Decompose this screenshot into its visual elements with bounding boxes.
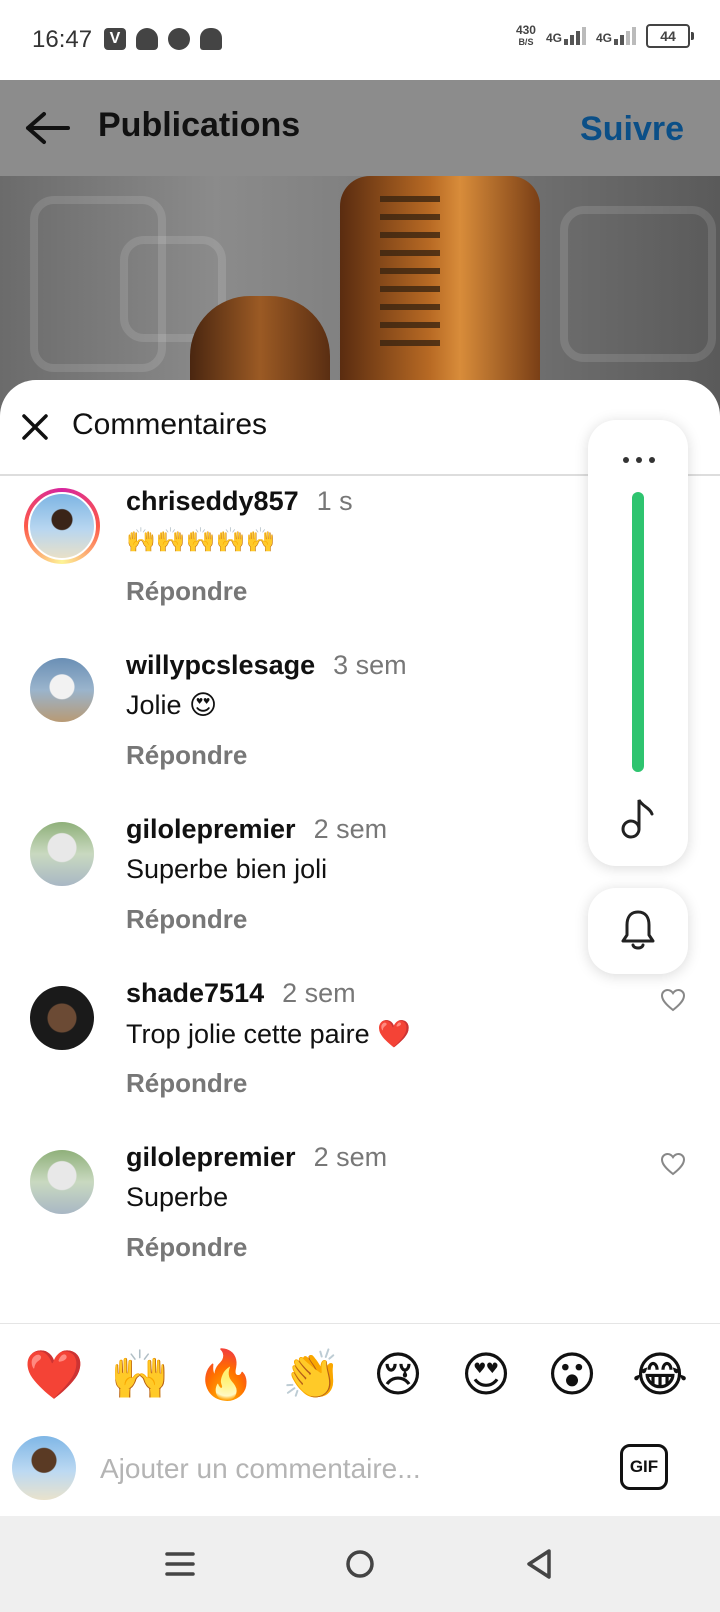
chat-icon [168,28,190,50]
snapchat-icon [136,28,158,50]
status-time: 16:47 [32,26,93,53]
avatar[interactable] [30,986,94,1050]
emoji-sad-button[interactable]: 😢 [368,1346,428,1406]
more-icon[interactable] [622,456,656,464]
emoji-fire-button[interactable]: 🔥 [196,1346,256,1406]
reply-button[interactable]: Répondre [126,740,247,771]
comment-input[interactable] [98,1446,582,1492]
reply-button[interactable]: Répondre [126,904,247,935]
comment-text: Superbe bien joli [126,854,328,884]
close-icon[interactable] [20,412,50,442]
emoji-clap-button[interactable]: 👏 [282,1346,342,1406]
floating-tool-panel [588,420,688,866]
comment-item: gilolepremier 2 sem Superbe Répondre [0,1142,720,1292]
like-heart-icon[interactable] [660,988,686,1012]
signal-1: 4G [546,27,586,45]
avatar[interactable] [30,658,94,722]
status-indicators: 430 B/S 4G 4G 44 [516,24,694,48]
emoji-laugh-button[interactable]: 😂 [630,1346,690,1406]
avatar[interactable] [30,822,94,886]
comments-title: Commentaires [72,408,268,441]
emoji-quick-bar: ❤️ 🙌 🔥 👏 😢 😍 😮 😂 [0,1323,720,1421]
home-icon[interactable] [337,1542,383,1586]
notification-bell-button[interactable] [588,888,688,974]
like-heart-icon[interactable] [660,1152,686,1176]
emoji-heart-eyes-button[interactable]: 😍 [456,1346,516,1406]
comment-username[interactable]: willypcslesage [126,650,315,680]
gif-button[interactable]: GIF [620,1444,668,1490]
avatar[interactable] [30,1150,94,1214]
speed-value: 430 [515,23,536,37]
battery-icon: 44 [646,24,694,48]
recent-apps-icon[interactable] [157,1542,203,1586]
page-title: Publications [98,106,301,144]
comment-username[interactable]: gilolepremier [126,814,296,844]
comment-text: Jolie 😍 [126,690,218,720]
post-header: Publications Suivre [0,80,720,176]
bell-icon [621,910,655,950]
network-speed: 430 B/S [516,24,536,48]
android-icon [200,28,222,50]
comment-time: 2 sem [313,1142,388,1172]
signal-2-label: 4G [595,31,612,45]
comment-username[interactable]: shade7514 [126,978,264,1008]
back-nav-icon[interactable] [517,1542,563,1586]
my-avatar [12,1436,76,1500]
music-icon[interactable] [620,796,658,840]
comment-text: Superbe [126,1182,229,1212]
status-bar: 16:47 V 430 B/S 4G 4G 44 [0,0,720,80]
comment-time: 1 s [316,486,353,516]
comment-username[interactable]: chriseddy857 [126,486,299,516]
emoji-raised-hands-button[interactable]: 🙌 [110,1346,170,1406]
speed-unit: B/S [518,37,534,47]
comment-composer: GIF [0,1420,720,1516]
comment-time: 2 sem [313,814,388,844]
reply-button[interactable]: Répondre [126,576,247,607]
follow-button[interactable]: Suivre [580,110,684,149]
vimeo-icon: V [104,28,126,50]
emoji-wow-button[interactable]: 😮 [542,1346,602,1406]
comment-item: shade7514 2 sem Trop jolie cette paire ❤️… [0,978,720,1128]
back-arrow-icon[interactable] [24,110,70,146]
signal-1-label: 4G [545,31,562,45]
system-nav-bar [0,1516,720,1612]
comment-text: Trop jolie cette paire ❤️ [126,1019,411,1049]
reply-button[interactable]: Répondre [126,1068,247,1099]
comment-username[interactable]: gilolepremier [126,1142,296,1172]
notification-icons: V [104,28,222,50]
signal-2: 4G [596,27,636,45]
avatar[interactable] [24,488,100,564]
comment-text: 🙌🙌🙌🙌🙌 [126,527,276,554]
volume-slider[interactable] [632,492,644,772]
reply-button[interactable]: Répondre [126,1232,247,1263]
comment-time: 2 sem [282,978,356,1008]
comment-time: 3 sem [333,650,407,680]
emoji-heart-button[interactable]: ❤️ [24,1346,84,1406]
